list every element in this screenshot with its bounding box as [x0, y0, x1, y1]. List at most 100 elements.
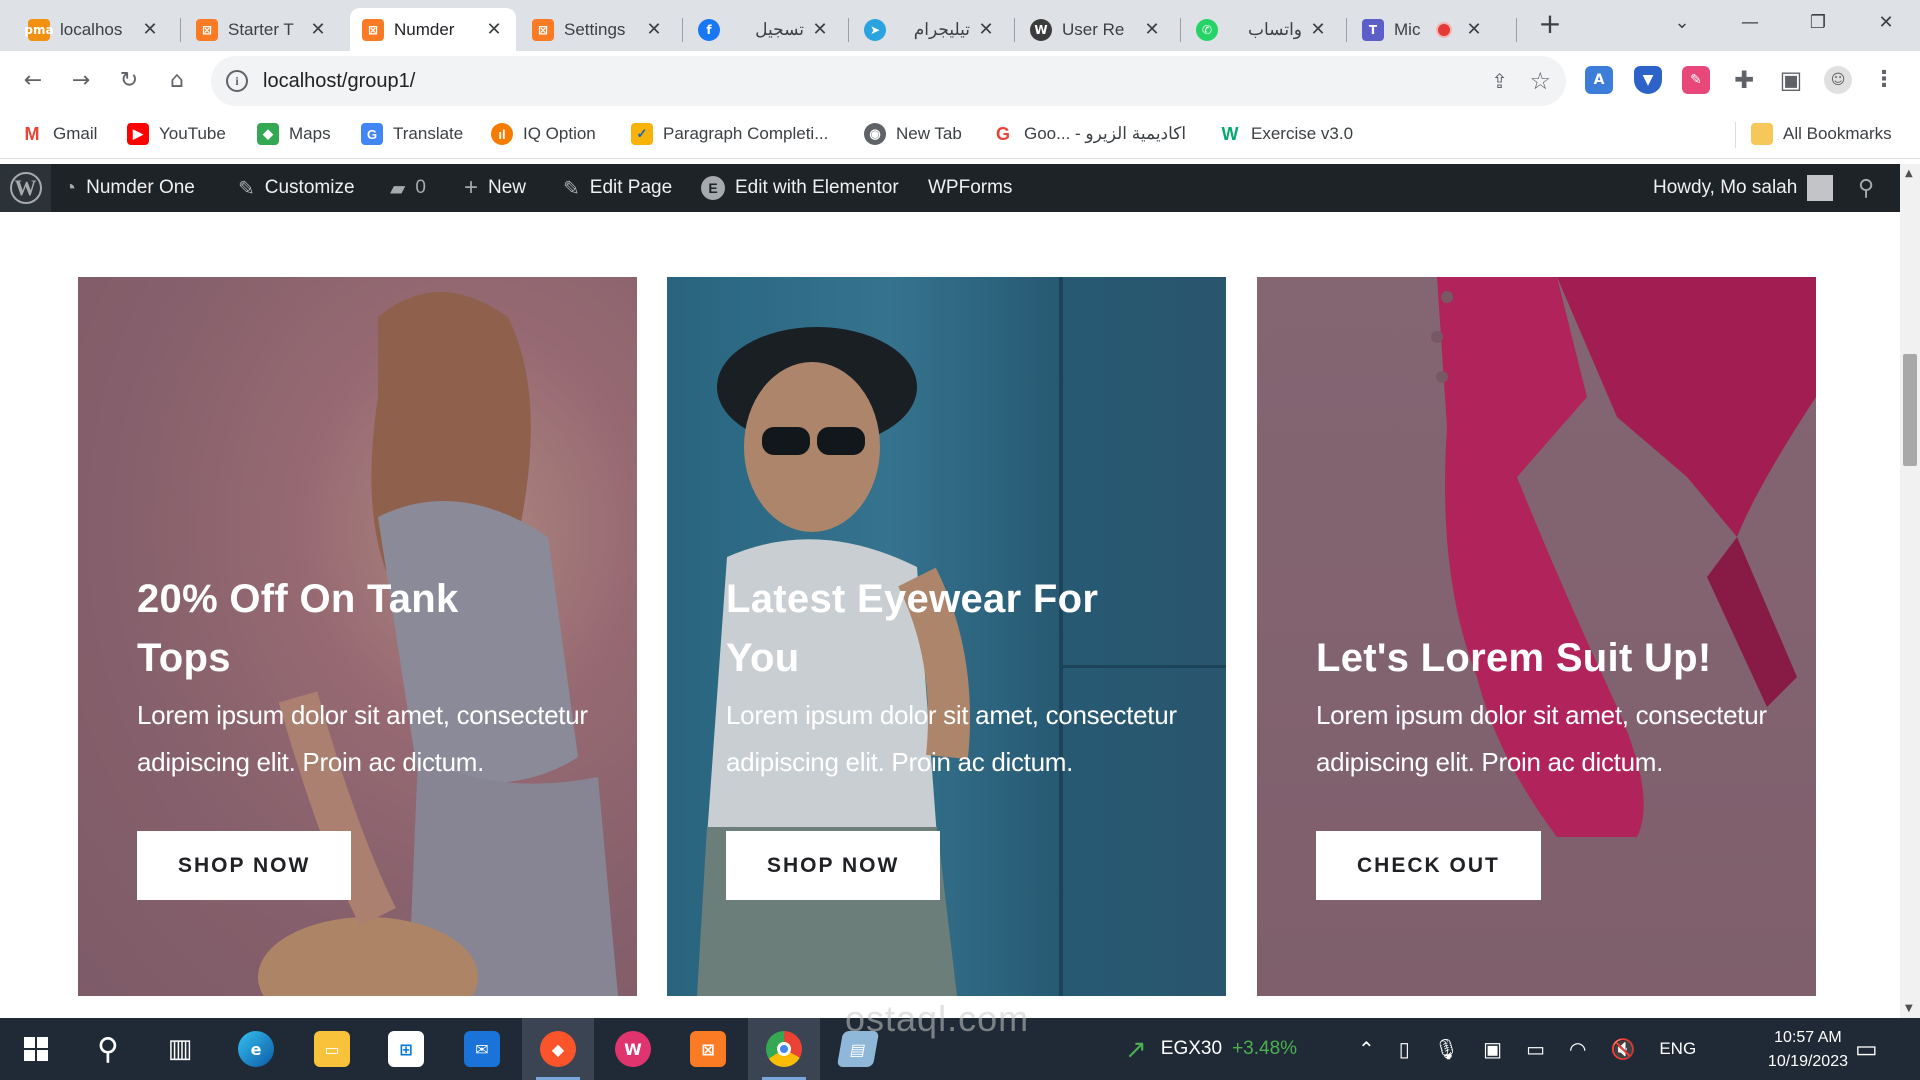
device-icon[interactable]: ▯ [1399, 1037, 1410, 1062]
shop-now-button[interactable]: SHOP NOW [137, 831, 352, 900]
menu-kebab-icon[interactable]: ⋮ [1870, 66, 1898, 94]
profile-avatar[interactable]: ☺ [1824, 66, 1852, 94]
taskbar-edge[interactable]: e [220, 1018, 292, 1080]
customize-label: Customize [264, 177, 355, 198]
close-icon[interactable]: ✕ [308, 19, 328, 40]
wordpress-logo-icon[interactable]: W [0, 164, 51, 212]
bookmark-star-icon[interactable]: ☆ [1529, 67, 1551, 95]
speaker-muted-icon[interactable]: 🔇 [1610, 1037, 1635, 1062]
close-icon[interactable]: ✕ [1464, 19, 1484, 40]
scroll-down-icon[interactable]: ▼ [1905, 1003, 1913, 1014]
brave-icon: ◆ [540, 1031, 576, 1067]
youtube-icon: ▶ [127, 123, 149, 145]
card-title-line: You [726, 636, 800, 680]
tab-localhost[interactable]: pma localhos ✕ [16, 8, 172, 51]
card-title: Let's Lorem Suit Up! [1316, 629, 1786, 688]
tab-wordpress[interactable]: W User Re ✕ [1018, 8, 1174, 51]
side-panel-icon[interactable]: ▣ [1777, 66, 1805, 94]
tab-telegram[interactable]: ➤ تيليجرام ✕ [852, 8, 1008, 51]
extensions-puzzle-icon[interactable]: ✚ [1730, 66, 1758, 94]
page-scrollbar[interactable]: ▲ ▼ [1900, 164, 1920, 1018]
tab-starter[interactable]: ⊠ Starter T ✕ [184, 8, 340, 51]
battery-icon[interactable]: ▭ [1526, 1037, 1545, 1062]
search-icon[interactable]: ⚲ [72, 1018, 144, 1080]
taskbar-brave[interactable]: ◆ [522, 1018, 594, 1080]
translate-extension-icon[interactable]: A [1585, 66, 1613, 94]
search-icon[interactable]: ⚲ [1858, 164, 1874, 212]
all-bookmarks[interactable]: All Bookmarks [1751, 123, 1892, 145]
restore-button[interactable]: ❐ [1784, 12, 1852, 33]
wp-admin-bar: W ◔ Numder One ✎ Customize ▰ 0 + New ✎ E… [0, 164, 1920, 212]
tab-settings[interactable]: ⊠ Settings ✕ [520, 8, 676, 51]
taskbar-winrar[interactable]: W [597, 1018, 669, 1080]
stock-chart-icon: ↗ [1125, 1033, 1147, 1064]
admin-elementor[interactable]: E Edit with Elementor [701, 164, 899, 212]
scrollbar-thumb[interactable] [1903, 354, 1917, 466]
card-content: 20% Off On Tank Tops Lorem ipsum dolor s… [137, 570, 607, 900]
notifications-icon[interactable]: ▭ [1855, 1018, 1878, 1080]
site-info-icon[interactable]: i [226, 70, 248, 92]
bookmark-gmail[interactable]: M Gmail [21, 123, 97, 145]
home-button[interactable]: ⌂ [161, 65, 193, 97]
start-button[interactable] [0, 1018, 72, 1080]
tab-facebook[interactable]: f تسجيل ✕ [686, 8, 842, 51]
minimize-button[interactable]: — [1716, 12, 1784, 33]
close-icon[interactable]: ✕ [644, 19, 664, 40]
close-icon[interactable]: ✕ [810, 19, 830, 40]
admin-edit-page[interactable]: ✎ Edit Page [563, 164, 672, 212]
admin-account[interactable]: Howdy, Mo salah [1653, 164, 1834, 212]
admin-site-name[interactable]: ◔ Numder One [64, 164, 195, 212]
bookmark-youtube[interactable]: ▶ YouTube [127, 123, 226, 145]
wifi-icon[interactable]: ◠ [1569, 1037, 1586, 1062]
admin-wpforms[interactable]: WPForms [928, 164, 1012, 212]
clock[interactable]: 10:57 AM 10/19/2023 [1768, 1026, 1848, 1074]
tab-whatsapp[interactable]: ✆ واتساب ✕ [1184, 8, 1340, 51]
bookmark-label: Translate [393, 124, 464, 143]
close-window-button[interactable]: ✕ [1852, 12, 1920, 33]
close-icon[interactable]: ✕ [1308, 19, 1328, 40]
taskbar-explorer[interactable]: ▭ [296, 1018, 368, 1080]
tab-numder-active[interactable]: ⊠ Numder ✕ [350, 8, 516, 51]
bookmark-maps[interactable]: ◆ Maps [257, 123, 331, 145]
admin-comments[interactable]: ▰ 0 [390, 164, 426, 212]
share-icon[interactable]: ⇪ [1491, 69, 1508, 93]
taskbar-xampp[interactable]: ⊠ [672, 1018, 744, 1080]
tab-search-icon[interactable]: ⌄ [1648, 12, 1716, 33]
back-button[interactable]: ← [17, 65, 49, 97]
admin-new[interactable]: + New [464, 164, 526, 212]
address-bar[interactable]: i localhost/group1/ ⇪ ☆ [211, 56, 1566, 106]
bookmark-exercise[interactable]: W Exercise v3.0 [1219, 123, 1353, 145]
taskbar-store[interactable]: ⊞ [370, 1018, 442, 1080]
chevron-up-icon[interactable]: ⌃ [1358, 1037, 1375, 1062]
shield-extension-icon[interactable]: ▼ [1634, 66, 1662, 94]
scroll-up-icon[interactable]: ▲ [1905, 168, 1913, 179]
taskbar-mail[interactable]: ✉ [446, 1018, 518, 1080]
close-icon[interactable]: ✕ [484, 19, 504, 40]
admin-customize[interactable]: ✎ Customize [238, 164, 355, 212]
card-content: Latest Eyewear For You Lorem ipsum dolor… [726, 570, 1196, 900]
check-out-button[interactable]: CHECK OUT [1316, 831, 1541, 900]
language-indicator[interactable]: ENG [1659, 1039, 1696, 1059]
close-icon[interactable]: ✕ [140, 19, 160, 40]
new-tab-button[interactable]: + [1535, 10, 1565, 40]
bookmark-iqoption[interactable]: ıl IQ Option [491, 123, 596, 145]
close-icon[interactable]: ✕ [1142, 19, 1162, 40]
bookmark-google[interactable]: G Goo... - اكاديمية الزيرو [992, 123, 1186, 145]
stock-widget[interactable]: ↗ EGX30 +3.48% [1125, 1018, 1297, 1080]
microphone-icon[interactable]: 🎙 [1434, 1037, 1459, 1062]
task-view-icon[interactable]: ▥ [144, 1018, 216, 1080]
bookmark-label: Maps [289, 124, 331, 143]
url-text[interactable]: localhost/group1/ [263, 70, 415, 93]
close-icon[interactable]: ✕ [976, 19, 996, 40]
bookmark-translate[interactable]: G Translate [361, 123, 463, 145]
display-icon[interactable]: ▣ [1483, 1037, 1502, 1062]
bookmark-paragraph[interactable]: ✓ Paragraph Completi... [631, 123, 828, 145]
bookmark-new-tab[interactable]: ◉ New Tab [864, 123, 962, 145]
reload-button[interactable]: ↻ [113, 65, 145, 97]
taskbar-chrome[interactable] [748, 1018, 820, 1080]
shop-now-button[interactable]: SHOP NOW [726, 831, 941, 900]
colorful-extension-icon[interactable]: ✎ [1682, 66, 1710, 94]
tab-teams[interactable]: T Mic ✕ [1350, 8, 1510, 51]
folder-icon [1751, 123, 1773, 145]
forward-button[interactable]: → [65, 65, 97, 97]
